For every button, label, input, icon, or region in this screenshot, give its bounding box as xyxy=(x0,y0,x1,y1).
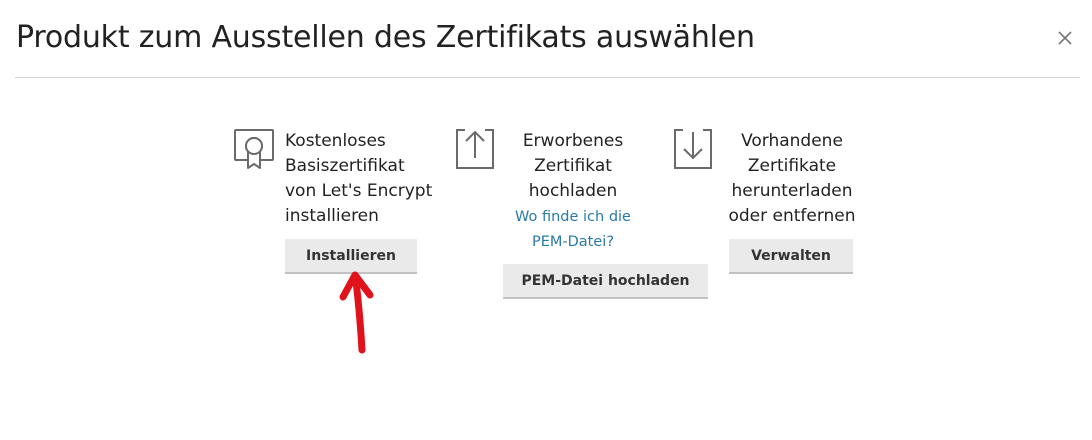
text-line: Erworbenes xyxy=(522,131,624,151)
text-line: Zertifikate xyxy=(747,156,837,176)
text-line: oder entfernen xyxy=(728,206,856,226)
text-line: installieren xyxy=(285,206,379,226)
text-line: herunterladen xyxy=(731,181,853,201)
manage-button[interactable]: Verwalten xyxy=(729,239,853,274)
option-upload-text: Erworbenes Zertifikat hochladen xyxy=(503,129,643,204)
link-line[interactable]: PEM-Datei? xyxy=(503,230,643,255)
download-icon xyxy=(673,128,713,174)
text-line: Vorhandene xyxy=(741,131,843,151)
text-line: von Let's Encrypt xyxy=(285,181,433,201)
text-line: Basiszertifikat xyxy=(285,156,405,176)
title-divider xyxy=(15,77,1080,78)
certificate-badge-icon xyxy=(233,128,275,174)
option-manage-text: Vorhandene Zertifikate herunterladen ode… xyxy=(722,129,862,229)
text-line: hochladen xyxy=(528,181,618,201)
text-line: Zertifikat xyxy=(534,156,612,176)
dialog-title: Produkt zum Ausstellen des Zertifikats a… xyxy=(16,20,755,55)
close-icon[interactable] xyxy=(1055,28,1075,48)
link-line[interactable]: Wo finde ich die xyxy=(503,205,643,230)
pem-help-link[interactable]: Wo finde ich die PEM-Datei? xyxy=(503,205,643,255)
upload-icon xyxy=(455,128,495,174)
text-line: Kostenloses xyxy=(285,131,386,151)
red-arrow-icon xyxy=(330,265,380,364)
upload-pem-button[interactable]: PEM-Datei hochladen xyxy=(503,264,708,299)
option-lets-encrypt-text: Kostenloses Basiszertifikat von Let's En… xyxy=(285,129,432,229)
